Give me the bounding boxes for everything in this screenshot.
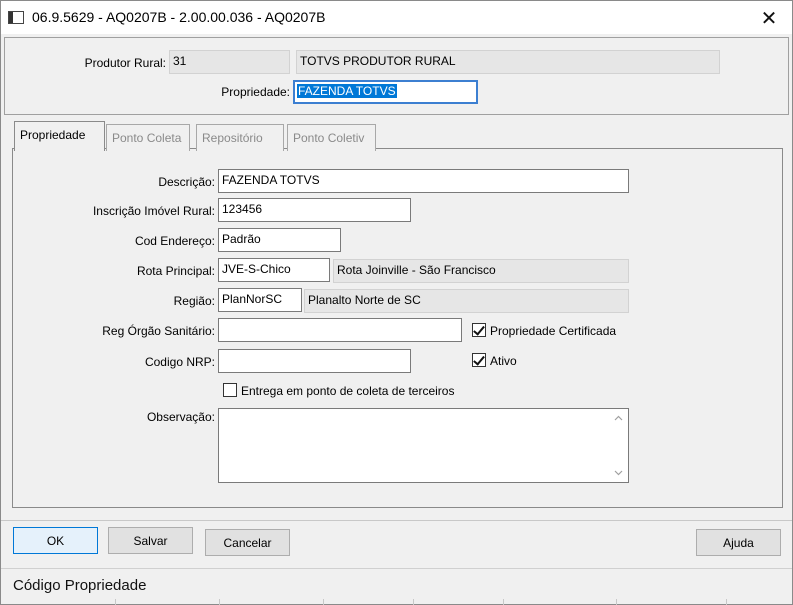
cod-endereco-input[interactable]: Padrão [218, 228, 341, 252]
propriedade-label: Propriedade: [221, 85, 290, 99]
propriedade-certificada-checkbox[interactable] [472, 323, 486, 337]
status-separator [616, 599, 617, 605]
app-window-icon [8, 11, 24, 24]
descricao-input[interactable]: FAZENDA TOTVS [218, 169, 629, 193]
tab-ponto-coletiv[interactable]: Ponto Coletiv [287, 124, 376, 151]
scroll-down-icon[interactable] [614, 468, 623, 477]
produtor-rural-name-field: TOTVS PRODUTOR RURAL [296, 50, 720, 74]
propriedade-input-selected-text: FAZENDA TOTVS [297, 84, 397, 98]
cod-endereco-label: Cod Endereço: [134, 234, 215, 248]
cancelar-button[interactable]: Cancelar [205, 529, 290, 556]
inscricao-imovel-input[interactable]: 123456 [218, 198, 411, 222]
rota-principal-label: Rota Principal: [136, 264, 215, 278]
reg-orgao-sanitario-input[interactable] [218, 318, 462, 342]
codigo-nrp-input[interactable] [218, 349, 411, 373]
tab-ponto-coleta[interactable]: Ponto Coleta [106, 124, 190, 151]
codigo-nrp-label: Codigo NRP: [144, 355, 215, 369]
status-separator [219, 599, 220, 605]
salvar-button[interactable]: Salvar [108, 527, 193, 554]
ok-button[interactable]: OK [13, 527, 98, 554]
scroll-up-icon[interactable] [614, 414, 623, 423]
propriedade-input[interactable]: FAZENDA TOTVS [293, 80, 478, 104]
tab-propriedade[interactable]: Propriedade [14, 121, 105, 151]
ajuda-button[interactable]: Ajuda [696, 529, 781, 556]
produtor-rural-label: Produtor Rural: [84, 56, 166, 70]
propriedade-certificada-label: Propriedade Certificada [490, 324, 617, 338]
entrega-terceiros-label: Entrega em ponto de coleta de terceiros [241, 384, 455, 398]
rota-principal-input[interactable]: JVE-S-Chico [218, 258, 330, 282]
reg-orgao-sanitario-label: Reg Órgão Sanitário: [102, 324, 215, 338]
observacao-label: Observação: [146, 410, 215, 424]
status-separator [323, 599, 324, 605]
ativo-label: Ativo [490, 354, 517, 368]
status-bar: Código Propriedade [1, 568, 792, 605]
observacao-textarea[interactable] [218, 408, 629, 483]
observacao-scrollbar[interactable] [610, 410, 627, 481]
ativo-checkbox[interactable] [472, 353, 486, 367]
close-icon[interactable]: ✕ [746, 1, 792, 34]
status-separator [503, 599, 504, 605]
title-bar: 06.9.5629 - AQ0207B - 2.00.00.036 - AQ02… [1, 1, 792, 34]
inscricao-imovel-label: Inscrição Imóvel Rural: [92, 204, 215, 218]
dialog-window: 06.9.5629 - AQ0207B - 2.00.00.036 - AQ02… [0, 0, 793, 605]
status-text: Código Propriedade [13, 577, 147, 594]
status-separator [413, 599, 414, 605]
descricao-label: Descrição: [158, 175, 215, 189]
status-separator [726, 599, 727, 605]
status-separator [115, 599, 116, 605]
regiao-label: Região: [173, 294, 215, 308]
produtor-rural-code-field: 31 [169, 50, 290, 74]
regiao-description: Planalto Norte de SC [304, 289, 629, 313]
rota-principal-description: Rota Joinville - São Francisco [333, 259, 629, 283]
window-title: 06.9.5629 - AQ0207B - 2.00.00.036 - AQ02… [32, 9, 326, 25]
entrega-terceiros-checkbox[interactable] [223, 383, 237, 397]
tab-repositorio[interactable]: Repositório [196, 124, 284, 151]
regiao-input[interactable]: PlanNorSC [218, 288, 302, 312]
